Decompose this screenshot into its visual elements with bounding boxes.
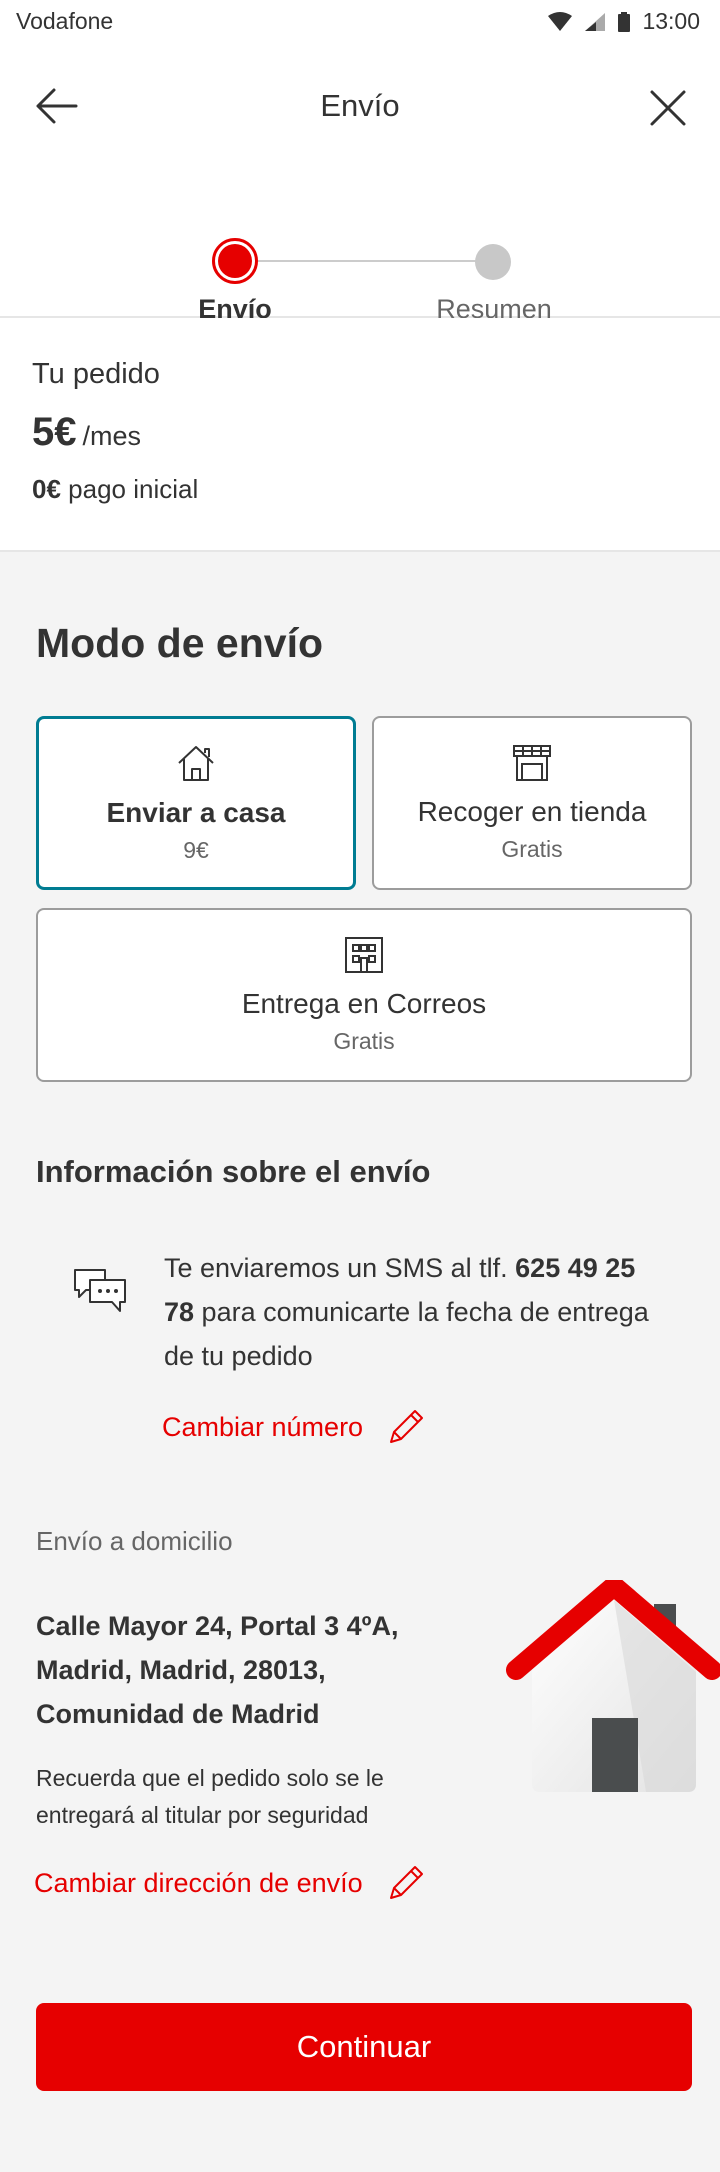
price-amount: 5€ [32, 410, 77, 454]
option-recoger-en-tienda[interactable]: Recoger en tienda Gratis [372, 716, 692, 890]
step-indicator-active [212, 238, 258, 284]
pencil-icon [390, 1410, 424, 1443]
option-entrega-en-correos[interactable]: Entrega en Correos Gratis [36, 908, 692, 1082]
page-title: Envío [320, 88, 400, 123]
signal-icon [585, 12, 606, 31]
order-price: 5€/mes [32, 410, 141, 455]
initial-label: pago inicial [68, 474, 199, 504]
change-address-label: Cambiar dirección de envío [34, 1867, 363, 1898]
initial-payment: 0€ pago inicial [32, 474, 198, 505]
sms-suffix: para comunicarte la fecha de entrega de … [164, 1297, 649, 1371]
carrier-name: Vodafone [16, 8, 114, 34]
order-summary: Tu pedido 5€/mes 0€ pago inicial [0, 318, 720, 552]
option-label: Enviar a casa [106, 797, 286, 828]
house-illustration [506, 1580, 720, 1792]
sms-prefix: Te enviaremos un SMS al tlf. [164, 1253, 516, 1283]
delivery-address: Calle Mayor 24, Portal 3 4ºA, Madrid, Ma… [36, 1611, 399, 1729]
status-bar: Vodafone 13:00 [0, 0, 720, 46]
header: Envío Envío Resumen [0, 46, 720, 324]
wifi-icon [548, 11, 573, 31]
home-delivery-label: Envío a domicilio [36, 1526, 233, 1556]
status-icons: 13:00 [548, 8, 700, 35]
battery-icon [618, 11, 631, 32]
continue-button[interactable]: Continuar [36, 2003, 692, 2091]
price-unit: /mes [82, 421, 142, 451]
change-number-label: Cambiar número [162, 1411, 364, 1442]
store-icon [513, 745, 551, 781]
shipping-mode-title: Modo de envío [36, 620, 323, 666]
clock: 13:00 [642, 8, 700, 34]
chat-bubbles-icon [74, 1269, 126, 1312]
pencil-icon [389, 1866, 423, 1899]
progress-stepper: Envío Resumen [0, 186, 720, 324]
option-price: Gratis [501, 836, 563, 862]
close-icon [650, 90, 686, 126]
building-icon [345, 937, 383, 973]
option-enviar-a-casa[interactable]: Enviar a casa 9€ [36, 716, 356, 890]
change-address-link[interactable]: Cambiar dirección de envío [34, 1862, 427, 1904]
option-price: 9€ [183, 837, 209, 863]
house-icon [178, 746, 214, 781]
shipping-info-title: Información sobre el envío [36, 1154, 431, 1189]
step-indicator-inactive [475, 244, 511, 280]
close-button[interactable] [646, 86, 690, 130]
option-label: Recoger en tienda [417, 796, 647, 827]
option-price: Gratis [333, 1028, 395, 1054]
delivery-note: Recuerda que el pedido solo se le entreg… [36, 1765, 384, 1828]
order-title: Tu pedido [32, 358, 160, 390]
change-number-link[interactable]: Cambiar número [162, 1406, 427, 1448]
option-label: Entrega en Correos [241, 988, 487, 1019]
step-connector [236, 260, 494, 262]
initial-amount: 0€ [32, 474, 61, 504]
sms-notice: Te enviaremos un SMS al tlf. 625 49 25 7… [164, 1246, 664, 1378]
